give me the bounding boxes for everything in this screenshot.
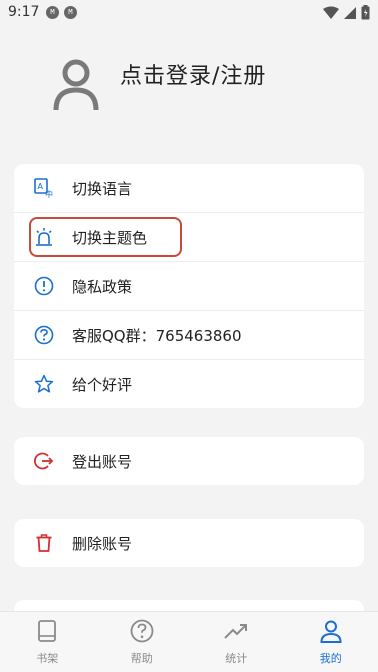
bottom-tab-bar: 书架 帮助 统计 我的 [0,611,378,672]
settings-menu-card: A 中 切换语言 切换主题色 隐私政策 客服QQ群：765463860 给个好评 [14,164,364,408]
menu-item-theme-color[interactable]: 切换主题色 [14,213,364,262]
trending-icon [224,624,248,639]
status-icons [323,5,370,20]
logout-card: 登出账号 [14,437,364,485]
alarm-light-icon [36,228,52,246]
help-circle-icon [34,325,54,345]
tab-mine[interactable]: 我的 [284,612,378,672]
login-register-label[interactable]: 点击登录/注册 [120,58,266,90]
signal-icon [344,6,356,19]
tab-label: 我的 [319,652,342,665]
translate-icon: A 中 [34,178,53,198]
tab-label: 统计 [225,652,248,665]
menu-item-language[interactable]: A 中 切换语言 [14,164,364,213]
delete-account-label: 删除账号 [72,535,133,553]
menu-item-label: 隐私政策 [72,278,133,296]
tab-label: 帮助 [130,652,153,665]
book-icon [38,620,57,642]
login-profile-area[interactable]: 点击登录/注册 [0,48,378,118]
trash-icon [36,534,52,552]
status-time: 9:17 [8,4,40,20]
info-circle-icon [34,276,54,296]
menu-item-label: 切换主题色 [72,229,148,247]
menu-item-support-qq[interactable]: 客服QQ群：765463860 [14,311,364,360]
logout-label: 登出账号 [72,453,133,471]
menu-item-label: 切换语言 [72,180,133,198]
tab-label: 书架 [36,652,59,665]
notification-badge: M [64,6,77,19]
menu-item-rate[interactable]: 给个好评 [14,360,364,408]
status-bar: 9:17 M M [0,0,378,26]
menu-item-label: 客服QQ群：765463860 [72,327,242,345]
tab-help[interactable]: 帮助 [95,612,190,672]
person-icon [320,620,342,643]
logout-icon [34,452,54,470]
avatar-icon [53,59,99,111]
svg-text:A: A [38,182,44,191]
battery-icon [361,5,370,20]
tab-bookshelf[interactable]: 书架 [0,612,95,672]
wifi-icon [323,6,339,19]
star-outline-icon [34,374,54,393]
logout-button[interactable]: 登出账号 [14,437,364,485]
menu-item-privacy-policy[interactable]: 隐私政策 [14,262,364,311]
svg-text:中: 中 [45,189,53,198]
tab-statistics[interactable]: 统计 [189,612,284,672]
delete-account-card: 删除账号 [14,519,364,567]
notification-badge: M [46,6,59,19]
menu-item-label: 给个好评 [72,376,133,394]
delete-account-button[interactable]: 删除账号 [14,519,364,567]
help-icon [130,619,154,643]
